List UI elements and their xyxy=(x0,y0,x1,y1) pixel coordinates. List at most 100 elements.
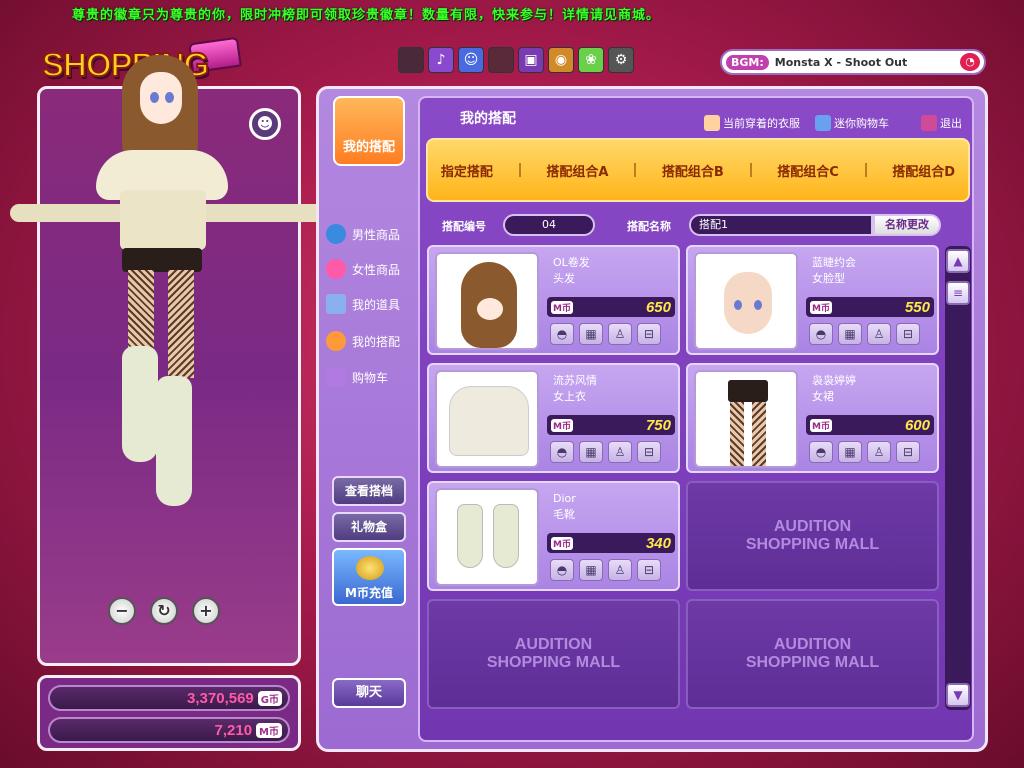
item-price: M币 550 xyxy=(806,297,934,317)
item-thumbnail xyxy=(435,252,539,350)
item-price: M币 650 xyxy=(547,297,675,317)
menu-icon-4[interactable] xyxy=(488,47,514,73)
tab-designated[interactable]: 指定搭配 xyxy=(441,161,493,180)
g-currency: 3,370,569 G币 xyxy=(48,685,290,711)
chat-button[interactable]: 聊天 xyxy=(332,678,406,708)
cart-add-icon[interactable]: ⊟ xyxy=(896,323,920,345)
item-card[interactable]: 蓝睫约会 女脸型 M币 550 ◓ ▦ ♙ ⊟ xyxy=(686,245,939,355)
tab-my-outfits[interactable]: 我的搭配 xyxy=(333,96,405,166)
menu-icon-1[interactable] xyxy=(398,47,424,73)
bgm-song: Monsta X - Shoot Out xyxy=(774,55,908,69)
gift-icon[interactable]: ▦ xyxy=(579,441,603,463)
item-type: 毛靴 xyxy=(553,508,575,521)
item-card[interactable]: OL卷发 头发 M币 650 ◓ ▦ ♙ ⊟ xyxy=(427,245,680,355)
item-card[interactable]: 流苏风情 女上衣 M币 750 ◓ ▦ ♙ ⊟ xyxy=(427,363,680,473)
wear-icon[interactable]: ♙ xyxy=(867,441,891,463)
garden-icon[interactable]: ❀ xyxy=(578,47,604,73)
content-title: 我的搭配 xyxy=(460,111,516,127)
item-scrollbar[interactable] xyxy=(945,246,971,710)
item-card[interactable]: 袅袅婷婷 女裙 M币 600 ◓ ▦ ♙ ⊟ xyxy=(686,363,939,473)
current-wear-link[interactable]: 当前穿着的衣服 xyxy=(704,115,800,131)
basket-icon xyxy=(815,115,831,131)
price-value: 550 xyxy=(904,298,930,316)
nav-female-items[interactable]: 女性商品 xyxy=(326,259,400,279)
gift-icon[interactable]: ▦ xyxy=(579,559,603,581)
bgm-bar[interactable]: BGM: Monsta X - Shoot Out ◔ xyxy=(720,49,986,75)
item-thumbnail xyxy=(435,488,539,586)
try-on-icon[interactable]: ◓ xyxy=(550,441,574,463)
g-currency-value: 3,370,569 xyxy=(187,689,254,707)
tab-divider xyxy=(749,163,752,177)
box-icon xyxy=(326,294,346,314)
empty-slot-line2: SHOPPING MALL xyxy=(486,654,621,671)
recharge-label: M币充值 xyxy=(345,586,393,600)
shot-icon[interactable]: ◉ xyxy=(548,47,574,73)
try-on-icon[interactable]: ◓ xyxy=(809,441,833,463)
tab-set-b[interactable]: 搭配组合B xyxy=(662,161,724,180)
item-price: M币 340 xyxy=(547,533,675,553)
nav-male-items[interactable]: 男性商品 xyxy=(326,224,400,244)
rename-button[interactable]: 名称更改 xyxy=(873,214,941,236)
scroll-up-icon[interactable]: ▲ xyxy=(946,249,970,273)
zoom-out-icon[interactable]: − xyxy=(108,597,136,625)
try-on-icon[interactable]: ◓ xyxy=(550,559,574,581)
empty-slot-line1: AUDITION xyxy=(773,636,852,653)
item-card[interactable]: Dior 毛靴 M币 340 ◓ ▦ ♙ ⊟ xyxy=(427,481,680,591)
nav-my-outfits[interactable]: 我的搭配 xyxy=(326,331,400,351)
rotate-icon[interactable]: ↻ xyxy=(150,597,178,625)
announcement-ticker: 尊贵的徽章只为尊贵的你，限时冲榜即可领取珍贵徽章！数量有限，快来参与！详情请见商… xyxy=(72,8,661,23)
try-on-icon[interactable]: ◓ xyxy=(550,323,574,345)
exit-link[interactable]: 退出 xyxy=(921,115,962,131)
profile-icon[interactable]: ☻ xyxy=(249,108,281,140)
emote-icon[interactable]: ☺ xyxy=(458,47,484,73)
exit-label: 退出 xyxy=(940,117,962,130)
empty-slot: AUDITION SHOPPING MALL xyxy=(686,481,939,591)
scroll-thumb[interactable]: ≡ xyxy=(946,281,970,305)
zoom-controls: − ↻ + xyxy=(108,597,220,625)
female-icon xyxy=(326,259,346,279)
music-icon[interactable]: ♪ xyxy=(428,47,454,73)
gift-box-button[interactable]: 礼物盒 xyxy=(332,512,406,542)
zoom-in-icon[interactable]: + xyxy=(192,597,220,625)
wear-icon[interactable]: ♙ xyxy=(608,441,632,463)
m-currency-unit: M币 xyxy=(256,722,282,738)
empty-slot: AUDITION SHOPPING MALL xyxy=(427,599,680,709)
set-name-input[interactable]: 搭配1 xyxy=(689,214,873,236)
item-type: 头发 xyxy=(553,272,575,285)
item-thumbnail xyxy=(694,252,798,350)
item-thumbnail xyxy=(694,370,798,468)
male-icon xyxy=(326,224,346,244)
tab-set-a[interactable]: 搭配组合A xyxy=(546,161,608,180)
wear-icon[interactable]: ♙ xyxy=(867,323,891,345)
empty-slot-line2: SHOPPING MALL xyxy=(745,536,880,553)
view-partner-button[interactable]: 查看搭档 xyxy=(332,476,406,506)
cart-add-icon[interactable]: ⊟ xyxy=(896,441,920,463)
cart-add-icon[interactable]: ⊟ xyxy=(637,559,661,581)
wear-icon[interactable]: ♙ xyxy=(608,323,632,345)
gift-icon[interactable]: ▦ xyxy=(838,441,862,463)
set-number-label: 搭配编号 xyxy=(442,220,486,233)
bgm-change-icon[interactable]: ◔ xyxy=(960,53,980,71)
gift-icon[interactable]: ▦ xyxy=(838,323,862,345)
gift-icon[interactable]: ▦ xyxy=(579,323,603,345)
cart-add-icon[interactable]: ⊟ xyxy=(637,441,661,463)
empty-slot-line1: AUDITION xyxy=(514,636,593,653)
mini-cart-link[interactable]: 迷你购物车 xyxy=(815,115,889,131)
nav-label: 购物车 xyxy=(352,370,389,385)
m-coin-recharge-button[interactable]: M币充值 xyxy=(332,548,406,606)
wear-icon[interactable]: ♙ xyxy=(608,559,632,581)
cart-add-icon[interactable]: ⊟ xyxy=(637,323,661,345)
nav-my-items[interactable]: 我的道具 xyxy=(326,294,400,314)
tab-set-c[interactable]: 搭配组合C xyxy=(777,161,839,180)
settings-icon[interactable]: ⚙ xyxy=(608,47,634,73)
cart-icon xyxy=(326,367,346,387)
tab-divider xyxy=(634,163,637,177)
nav-cart[interactable]: 购物车 xyxy=(326,367,388,387)
tab-divider xyxy=(518,163,521,177)
scroll-down-icon[interactable]: ▼ xyxy=(946,683,970,707)
tab-set-d[interactable]: 搭配组合D xyxy=(892,161,955,180)
set-name-label: 搭配名称 xyxy=(627,220,671,233)
try-on-icon[interactable]: ◓ xyxy=(809,323,833,345)
tab-divider xyxy=(864,163,867,177)
tv-icon[interactable]: ▣ xyxy=(518,47,544,73)
